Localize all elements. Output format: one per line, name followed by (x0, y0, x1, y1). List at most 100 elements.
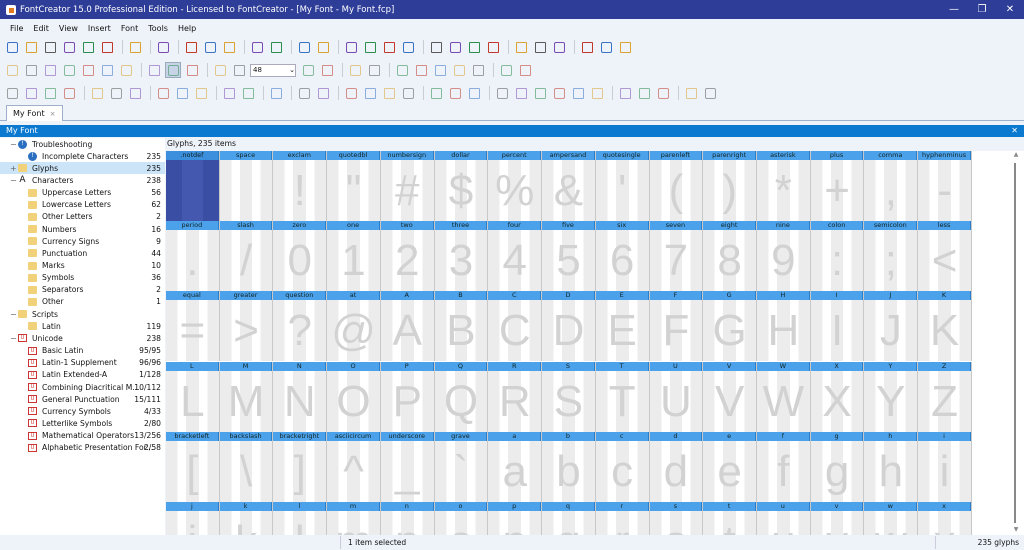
glyph-cell[interactable]: ee (703, 431, 757, 502)
minimize-button[interactable]: — (940, 4, 968, 15)
menu-tools[interactable]: Tools (148, 24, 168, 33)
glyph-cell[interactable]: bracketright] (273, 431, 328, 502)
glyph-cell[interactable]: zero 0 (273, 221, 328, 292)
grid-6-icon[interactable] (589, 85, 605, 101)
lasso-icon[interactable] (23, 62, 39, 78)
tree-item[interactable]: − U Unicode 238 (0, 332, 165, 344)
grid-3-icon[interactable] (532, 85, 548, 101)
glyph-cell[interactable]: percent% (488, 151, 543, 221)
triangle-1-icon[interactable] (343, 85, 359, 101)
tree-item[interactable]: U Latin Extended-A 1/128 (0, 369, 165, 381)
redo-icon[interactable] (268, 39, 284, 55)
tree-item[interactable]: Numbers 16 (0, 223, 165, 235)
open-icon[interactable] (23, 39, 39, 55)
glyph-cell[interactable]: hyphenminus - (918, 151, 972, 221)
glyph-cell[interactable]: II (810, 291, 865, 362)
unlink-icon[interactable] (362, 39, 378, 55)
glyph-cell[interactable]: oo (434, 502, 489, 535)
glyph-cell[interactable]: PP (380, 361, 435, 432)
forward-icon[interactable] (517, 62, 533, 78)
glyph-cell[interactable]: quotesingle ' (595, 151, 650, 221)
find-icon[interactable] (155, 39, 171, 55)
tree-item[interactable]: U Alphabetic Presentation For... 2/58 (0, 442, 165, 454)
glyph-cell[interactable]: grave ` (434, 431, 489, 502)
menu-edit[interactable]: Edit (33, 24, 49, 33)
link-icon[interactable] (343, 39, 359, 55)
glyph-cell[interactable]: comma, (864, 151, 919, 221)
text-icon[interactable] (61, 62, 77, 78)
menu-help[interactable]: Help (178, 24, 196, 33)
tree-item[interactable]: Other Letters 2 (0, 211, 165, 223)
cut-icon[interactable] (183, 39, 199, 55)
space-2-icon[interactable] (240, 85, 256, 101)
contour-view-icon[interactable] (165, 62, 181, 78)
tree-item[interactable]: U Combining Diacritical M... 10/112 (0, 381, 165, 393)
glyph-cell[interactable]: asterisk * (757, 151, 811, 221)
distribute-1-icon[interactable] (89, 85, 105, 101)
tree-item[interactable]: Currency Signs 9 (0, 235, 165, 247)
paste-icon[interactable] (221, 39, 237, 55)
rectangle-icon[interactable] (451, 62, 467, 78)
flag-split-icon[interactable] (366, 62, 382, 78)
undo-icon[interactable] (249, 39, 265, 55)
tree-expander-icon[interactable]: − (10, 176, 17, 185)
scroll-up-icon[interactable]: ▲ (1010, 151, 1022, 158)
glyph-cell[interactable]: ll (273, 502, 328, 535)
tree-item[interactable]: U Mathematical Operators 13/256 (0, 430, 165, 442)
tree-item[interactable]: Marks 10 (0, 260, 165, 272)
glyph-cell[interactable]: WW (757, 361, 811, 432)
back-icon[interactable] (498, 62, 514, 78)
glyph-cell[interactable]: eight 8 (703, 221, 757, 292)
knife-icon[interactable] (413, 62, 429, 78)
align-1-icon[interactable] (4, 85, 20, 101)
tree-item[interactable]: − A Characters 238 (0, 174, 165, 186)
glyph-cell[interactable]: HH (757, 291, 811, 362)
glyph-cell[interactable]: bb (542, 431, 596, 502)
tree-item[interactable]: Symbols 36 (0, 272, 165, 284)
menu-view[interactable]: View (59, 24, 78, 33)
glyph-cell[interactable]: DD (542, 291, 596, 362)
glyph-cell[interactable]: three 3 (434, 221, 489, 292)
glyph-cell[interactable]: CC (488, 291, 543, 362)
page-icon[interactable] (579, 39, 595, 55)
glyph-cell[interactable]: question? (273, 291, 328, 362)
glyph-cell[interactable]: aa (488, 431, 543, 502)
pen-icon[interactable] (99, 62, 115, 78)
glyph-cell[interactable]: at @ (327, 291, 381, 362)
distribute-2-icon[interactable] (108, 85, 124, 101)
validate-icon[interactable] (485, 39, 501, 55)
scroll-down-icon[interactable]: ▼ (1010, 526, 1022, 533)
grid-1-icon[interactable] (494, 85, 510, 101)
menu-font[interactable]: Font (121, 24, 138, 33)
tree-item[interactable]: Latin 119 (0, 320, 165, 332)
glyph-cell[interactable]: vv (810, 502, 865, 535)
close-button[interactable]: ✕ (996, 4, 1024, 15)
glyph-cell[interactable]: kk (219, 502, 274, 535)
tree-item[interactable]: Separators 2 (0, 284, 165, 296)
glyph-cell[interactable]: uu (757, 502, 811, 535)
insert-character-icon[interactable] (296, 39, 312, 55)
save-as-icon[interactable] (99, 39, 115, 55)
glyph-cell[interactable]: ww (864, 502, 919, 535)
restore-button[interactable]: ❐ (968, 4, 996, 15)
rotate-icon[interactable] (296, 85, 312, 101)
tree-item[interactable]: Punctuation 44 (0, 247, 165, 259)
glyph-cell[interactable]: nine 9 (757, 221, 811, 292)
grid-4-icon[interactable] (551, 85, 567, 101)
select-rect-icon[interactable] (4, 62, 20, 78)
report-icon[interactable] (532, 39, 548, 55)
glyph-cell[interactable]: exclam! (273, 151, 328, 221)
glyph-cell[interactable]: EE (595, 291, 650, 362)
test-icon[interactable] (466, 39, 482, 55)
union-icon[interactable] (428, 85, 444, 101)
measure-icon[interactable] (80, 62, 96, 78)
tree-expander-icon[interactable]: + (10, 164, 17, 173)
screen-icon[interactable] (551, 39, 567, 55)
vertical-scrollbar[interactable]: ▲ ▼ (1010, 151, 1022, 535)
tree-item[interactable]: − Scripts (0, 308, 165, 320)
image-view-icon[interactable] (146, 62, 162, 78)
hand-icon[interactable] (42, 62, 58, 78)
tree-expander-icon[interactable]: − (10, 310, 17, 319)
triangle-3-icon[interactable] (381, 85, 397, 101)
open-font-icon[interactable] (42, 39, 58, 55)
